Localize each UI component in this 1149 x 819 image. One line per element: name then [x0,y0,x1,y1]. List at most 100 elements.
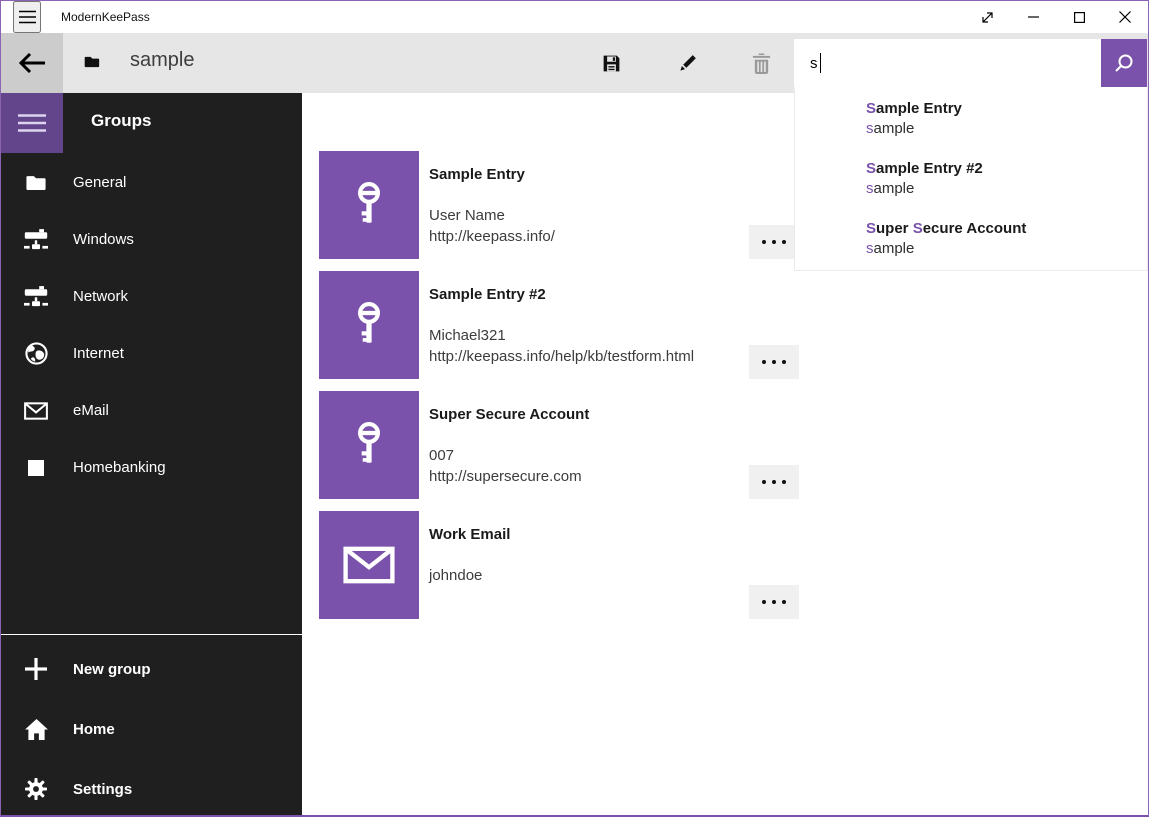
sidebar-item-label: Home [73,721,115,738]
hamburger-icon [18,113,46,133]
sidebar-separator [1,634,302,635]
close-icon [1119,11,1131,23]
search-result-sample-entry-2[interactable]: Sample Entry #2 sample [866,159,983,199]
window-controls [964,1,1148,33]
sidebar-item-label: eMail [73,402,109,419]
entry-tile [319,511,419,619]
entry-username: User Name [429,207,505,224]
entry-row-sample-entry[interactable]: Sample Entry User Name http://keepass.in… [319,151,801,259]
entry-title: Super Secure Account [429,406,589,423]
entry-tile [319,271,419,379]
sidebar-item-email[interactable]: eMail [1,382,302,439]
hamburger-icon [19,10,36,24]
more-options-button[interactable] [749,465,799,499]
sidebar-item-label: Internet [73,345,124,362]
gear-icon [23,778,49,800]
save-icon [601,53,622,74]
sidebar-item-label: New group [73,661,151,678]
sidebar-item-home[interactable]: Home [1,699,302,759]
entry-title: Sample Entry #2 [429,286,546,303]
minimize-icon [1028,16,1039,18]
key-icon [352,422,386,468]
trash-icon [752,53,771,74]
back-arrow-icon [18,53,46,73]
sidebar-item-general[interactable]: General [1,154,302,211]
search-input[interactable]: s [794,39,1101,87]
search-button[interactable] [1101,39,1147,87]
search-icon [1114,53,1134,73]
more-options-button[interactable] [749,345,799,379]
plus-icon [23,658,49,680]
search-result-sample-entry[interactable]: Sample Entry sample [866,99,962,139]
entry-url: http://keepass.info/help/kb/testform.htm… [429,348,694,365]
sidebar-item-new-group[interactable]: New group [1,639,302,699]
app-title: ModernKeePass [61,10,150,24]
sidebar-item-homebanking[interactable]: Homebanking [1,439,302,496]
fullscreen-button[interactable] [964,1,1010,33]
entry-title: Sample Entry [429,166,525,183]
sidebar-item-internet[interactable]: Internet [1,325,302,382]
pencil-icon [677,53,698,74]
folder-icon [23,174,49,191]
entry-title: Work Email [429,526,510,543]
key-icon [352,302,386,348]
entry-row-work-email[interactable]: Work Email johndoe [319,511,801,619]
home-icon [23,719,49,740]
network-icon [23,286,49,307]
maximize-icon [1074,12,1085,23]
entry-tile [319,151,419,259]
titlebar-hamburger-button[interactable] [13,1,41,33]
entry-url: http://supersecure.com [429,468,582,485]
groups-header: Groups [91,111,151,131]
globe-icon [23,342,49,365]
sidebar: Groups General Windows Network [1,93,302,815]
mail-icon [23,402,49,420]
group-list: General Windows Network Internet [1,154,302,496]
more-options-button[interactable] [749,585,799,619]
square-icon [23,460,49,476]
back-button[interactable] [1,33,63,93]
network-icon [23,229,49,250]
mail-icon [343,546,395,584]
minimize-button[interactable] [1010,1,1056,33]
sidebar-item-label: Network [73,288,128,305]
result-subtitle: sample [866,179,983,199]
delete-button[interactable] [737,33,785,93]
expand-icon [981,11,994,24]
result-title: Super Secure Account [866,219,1026,239]
key-icon [352,182,386,228]
result-title: Sample Entry #2 [866,159,983,179]
nav-hamburger-button[interactable] [1,93,63,153]
entry-url: http://keepass.info/ [429,228,555,245]
sidebar-item-label: Homebanking [73,459,166,476]
sidebar-item-settings[interactable]: Settings [1,759,302,819]
save-button[interactable] [587,33,635,93]
sidebar-footer: New group Home Settings [1,639,302,819]
title-bar: ModernKeePass [1,1,1148,33]
sidebar-item-windows[interactable]: Windows [1,211,302,268]
entry-row-super-secure-account[interactable]: Super Secure Account 007 http://supersec… [319,391,801,499]
search-result-super-secure-account[interactable]: Super Secure Account sample [866,219,1026,259]
sidebar-item-label: General [73,174,126,191]
more-options-button[interactable] [749,225,799,259]
search-suggestions-dropdown: Sample Entry sample Sample Entry #2 samp… [794,87,1148,271]
entry-row-sample-entry-2[interactable]: Sample Entry #2 Michael321 http://keepas… [319,271,801,379]
sidebar-item-label: Windows [73,231,134,248]
text-caret [820,53,821,73]
app-window: ModernKeePass [0,0,1149,817]
entry-username: Michael321 [429,327,506,344]
maximize-button[interactable] [1056,1,1102,33]
result-subtitle: sample [866,239,1026,259]
close-button[interactable] [1102,1,1148,33]
sidebar-item-label: Settings [73,781,132,798]
sidebar-item-network[interactable]: Network [1,268,302,325]
entry-username: johndoe [429,567,482,584]
entry-tile [319,391,419,499]
entry-username: 007 [429,447,454,464]
edit-button[interactable] [663,33,711,93]
database-title: sample [130,49,194,72]
result-subtitle: sample [866,119,962,139]
result-title: Sample Entry [866,99,962,119]
app-bar: sample s [1,33,1148,93]
database-folder-icon [83,55,100,69]
